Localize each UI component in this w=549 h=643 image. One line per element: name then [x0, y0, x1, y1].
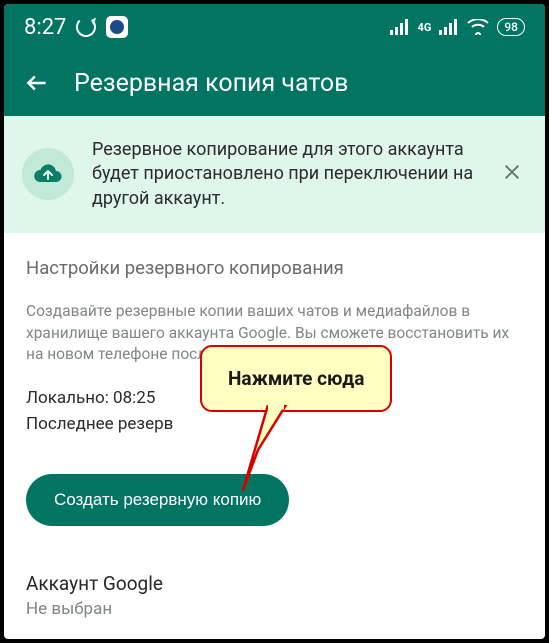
battery-indicator: 98: [497, 18, 525, 36]
close-icon[interactable]: [497, 157, 527, 191]
device-frame: 8:27 4G 98 Резервная копия чатов Резервн…: [0, 0, 549, 643]
back-arrow-icon[interactable]: [24, 70, 50, 96]
refresh-icon: [76, 17, 96, 37]
wifi-icon: [467, 19, 489, 35]
section-title: Настройки резервного копирования: [26, 257, 523, 279]
network-4g-icon: 4G: [418, 21, 432, 34]
app-indicator-icon: [106, 16, 128, 38]
signal-icon: [390, 19, 410, 35]
status-time: 8:27: [24, 15, 66, 40]
signal2-icon: [439, 19, 459, 35]
page-title: Резервная копия чатов: [74, 69, 348, 98]
status-bar: 8:27 4G 98: [4, 4, 545, 50]
google-account-value: Не выбран: [26, 599, 523, 619]
local-backup-line: Локально: 08:25: [26, 388, 523, 408]
create-backup-button[interactable]: Создать резервную копию: [26, 474, 289, 526]
app-bar: Резервная копия чатов: [4, 50, 545, 116]
content-area: Настройки резервного копирования Создава…: [4, 233, 545, 619]
banner-text: Резервное копирование для этого аккаунта…: [92, 138, 479, 211]
last-backup-line: Последнее резерв: [26, 414, 523, 434]
section-description: Создавайте резервные копии ваших чатов и…: [26, 301, 523, 366]
status-left: 8:27: [24, 15, 128, 40]
info-banner: Резервное копирование для этого аккаунта…: [4, 116, 545, 233]
cloud-upload-icon: [22, 148, 74, 200]
status-right: 4G 98: [390, 18, 525, 36]
google-account-row[interactable]: Аккаунт Google Не выбран: [26, 572, 523, 619]
google-account-label: Аккаунт Google: [26, 572, 523, 595]
